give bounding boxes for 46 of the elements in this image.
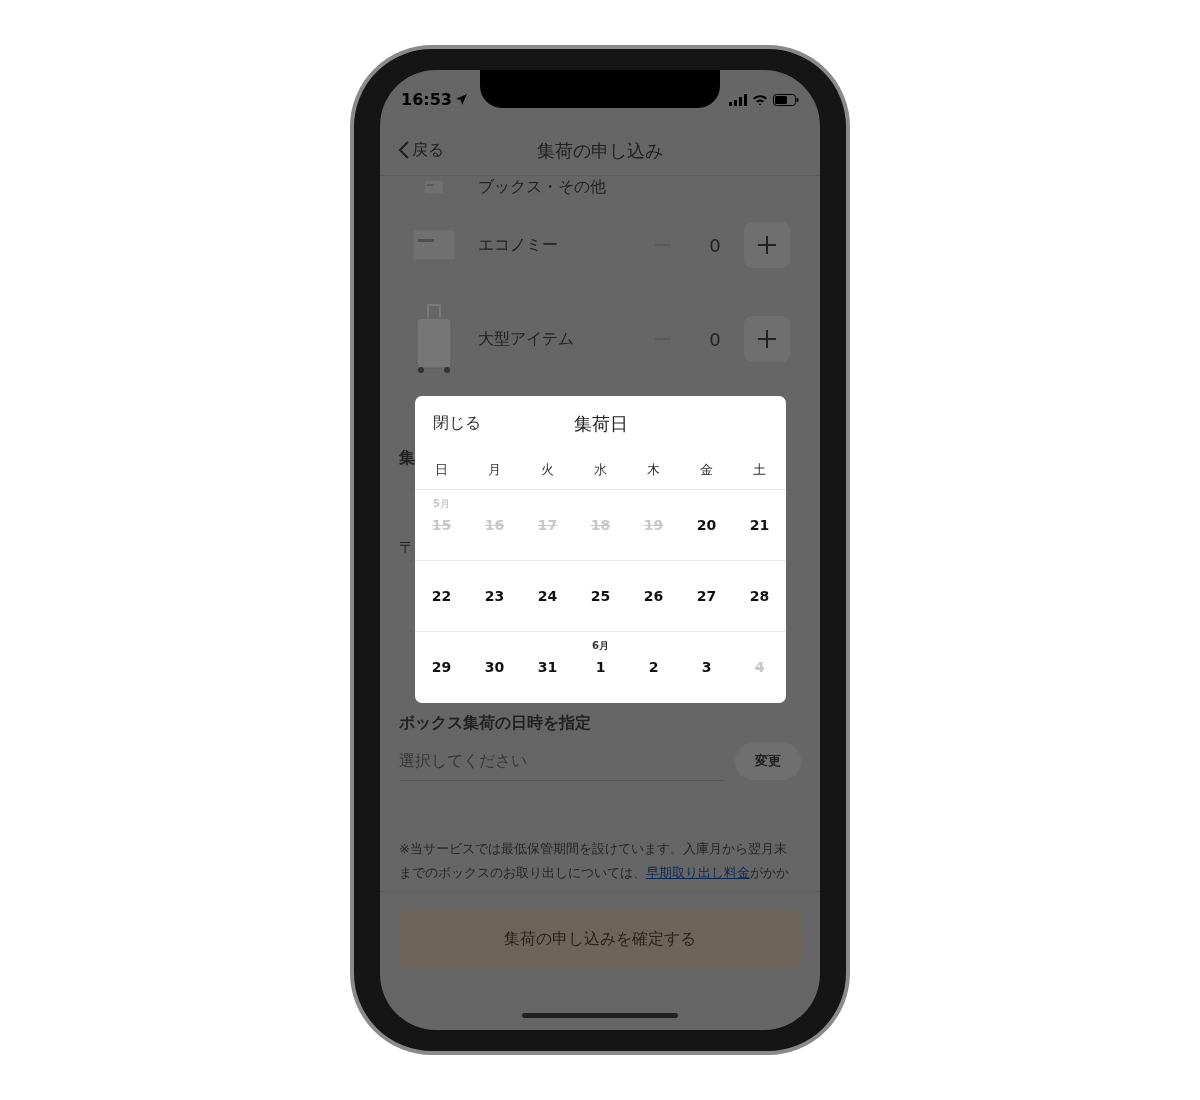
signal-icon bbox=[729, 93, 747, 106]
item-count: 0 bbox=[708, 233, 722, 258]
field-label: 〒 bbox=[399, 537, 415, 559]
date-cell[interactable]: 23 bbox=[482, 585, 507, 607]
item-count: 0 bbox=[708, 327, 722, 352]
date-cell[interactable]: 31 bbox=[535, 657, 560, 678]
weekday-label: 火 bbox=[541, 460, 554, 479]
date-cell[interactable]: 25 bbox=[588, 585, 613, 607]
weekday-label: 木 bbox=[647, 460, 660, 479]
date-cell[interactable]: 2 bbox=[646, 657, 661, 678]
weekday-label: 日 bbox=[435, 460, 448, 479]
weekday-label: 土 bbox=[753, 460, 766, 479]
status-time: 16:53 bbox=[401, 88, 452, 111]
chevron-left-icon bbox=[398, 140, 410, 160]
date-cell[interactable]: 26 bbox=[641, 585, 666, 607]
screen-title: 集荷の申し込み bbox=[537, 138, 663, 163]
increase-button[interactable] bbox=[744, 316, 790, 362]
date-cell[interactable]: 20 bbox=[694, 514, 719, 536]
item-name: エコノミー bbox=[478, 234, 559, 256]
date-cell[interactable]: 24 bbox=[535, 585, 560, 607]
weekday-label: 月 bbox=[488, 460, 501, 479]
box-icon bbox=[412, 229, 456, 261]
date-cell[interactable]: 28 bbox=[747, 585, 772, 607]
date-cell[interactable]: 21 bbox=[747, 514, 772, 536]
month-label: 6月 bbox=[592, 639, 609, 653]
item-name: ブックス・その他 bbox=[478, 176, 607, 198]
section-heading: ボックス集荷の日時を指定 bbox=[399, 713, 592, 733]
plus-icon bbox=[758, 236, 776, 254]
date-cell[interactable]: 29 bbox=[429, 657, 454, 678]
weekday-label: 水 bbox=[594, 460, 607, 479]
item-name: 大型アイテム bbox=[478, 328, 575, 350]
date-cell[interactable]: 22 bbox=[429, 585, 454, 607]
location-arrow-icon bbox=[454, 93, 468, 106]
date-cell[interactable]: 1 bbox=[593, 657, 608, 678]
dialog-title: 集荷日 bbox=[573, 411, 628, 436]
weekday-label: 金 bbox=[700, 460, 713, 479]
date-cell[interactable]: 27 bbox=[694, 585, 719, 607]
suitcase-icon bbox=[415, 304, 453, 374]
date-cell[interactable]: 30 bbox=[482, 657, 507, 678]
increase-button[interactable] bbox=[744, 222, 790, 268]
plus-icon bbox=[758, 330, 776, 348]
close-button[interactable]: 閉じる bbox=[433, 411, 481, 435]
date-cell[interactable]: 3 bbox=[699, 657, 714, 678]
section-heading: 集 bbox=[399, 447, 415, 469]
wifi-icon bbox=[752, 93, 768, 106]
battery-icon bbox=[773, 93, 799, 106]
